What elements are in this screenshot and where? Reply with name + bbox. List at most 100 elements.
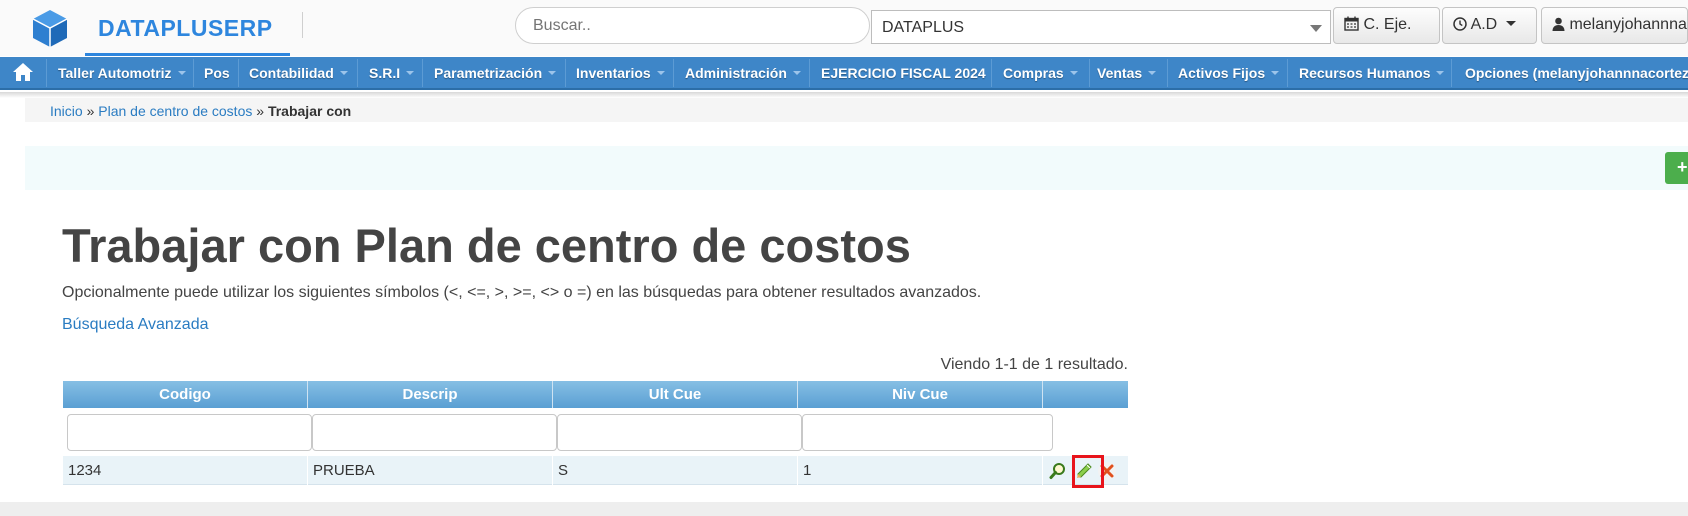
nav-label: Parametrización — [434, 65, 543, 81]
advanced-search-link[interactable]: Búsqueda Avanzada — [62, 316, 209, 334]
nav-taller-automotriz[interactable]: Taller Automotriz — [58, 57, 186, 88]
user-icon — [1552, 16, 1569, 33]
filter-descrip-input[interactable] — [312, 414, 557, 451]
page-title: Trabajar con Plan de centro de costos — [62, 219, 911, 272]
company-select-value: DATAPLUS — [882, 19, 965, 36]
results-summary: Viendo 1-1 de 1 resultado. — [940, 356, 1128, 373]
nav-divider — [991, 59, 992, 87]
nav-divider — [238, 59, 239, 87]
clock-icon — [1453, 16, 1471, 33]
ad-label: A.D — [1470, 16, 1498, 33]
main-nav: Taller Automotriz Pos Contabilidad S.R.I… — [0, 57, 1688, 90]
chevron-down-icon — [548, 71, 557, 75]
nav-parametrizacion[interactable]: Parametrización — [434, 57, 557, 88]
nav-administracion[interactable]: Administración — [685, 57, 801, 88]
edit-action-highlight — [1072, 455, 1104, 488]
nav-label: S.R.I — [369, 65, 401, 81]
breadcrumb-separator: » — [86, 103, 95, 119]
grid-header: Codigo Descrip Ult Cue Niv Cue — [63, 381, 1128, 408]
breadcrumb-current: Trabajar con — [267, 103, 352, 119]
fiscal-year-button[interactable]: C. Eje. — [1333, 7, 1440, 44]
nav-label: Compras — [1003, 65, 1064, 81]
nav-ventas[interactable]: Ventas — [1097, 57, 1157, 88]
nav-divider — [193, 59, 194, 87]
nav-divider — [673, 59, 674, 87]
nav-opciones[interactable]: Opciones (melanyjohannnacortez) — [1465, 57, 1688, 88]
nav-label: Taller Automotriz — [58, 65, 172, 81]
brand-name[interactable]: DATAPLUSERP — [98, 15, 273, 42]
add-button[interactable]: + — [1665, 152, 1688, 184]
nav-divider — [809, 59, 810, 87]
chevron-down-icon — [1069, 71, 1078, 75]
nav-label: Ventas — [1097, 65, 1143, 81]
breadcrumb: Inicio » Plan de centro de costos » Trab… — [25, 98, 1688, 122]
nav-label: Opciones (melanyjohannnacortez) — [1465, 65, 1688, 81]
chevron-down-icon — [656, 71, 665, 75]
chevron-down-icon — [1148, 71, 1157, 75]
chevron-down-icon — [1436, 71, 1445, 75]
nav-label: EJERCICIO FISCAL 2024 — [821, 65, 986, 81]
nav-divider — [46, 59, 47, 87]
top-bar: DATAPLUSERP DATAPLUS C. Eje. A.D melanyj… — [0, 0, 1688, 56]
search-input[interactable] — [515, 7, 870, 44]
chevron-down-icon — [177, 71, 186, 75]
cell-codigo: 1234 — [63, 456, 308, 485]
breadcrumb-parent-link[interactable]: Plan de centro de costos — [98, 103, 252, 119]
chevron-down-icon — [792, 71, 801, 75]
nav-divider — [1089, 59, 1090, 87]
fiscal-year-label: C. Eje. — [1363, 16, 1412, 33]
column-header-descrip[interactable]: Descrip — [308, 381, 553, 408]
column-header-codigo[interactable]: Codigo — [63, 381, 308, 408]
nav-label: Activos Fijos — [1178, 65, 1266, 81]
nav-divider — [1451, 59, 1452, 87]
nav-activos-fijos[interactable]: Activos Fijos — [1178, 57, 1280, 88]
chevron-down-icon — [406, 71, 415, 75]
cell-descrip: PRUEBA — [308, 456, 553, 485]
column-header-actions — [1043, 381, 1128, 408]
nav-inventarios[interactable]: Inventarios — [576, 57, 665, 88]
footer-band — [0, 502, 1688, 516]
column-header-niv-cue[interactable]: Niv Cue — [798, 381, 1043, 408]
cell-niv-cue: 1 — [798, 456, 1043, 485]
user-name: melanyjohannnacortez — [1569, 16, 1687, 33]
nav-label: Contabilidad — [249, 65, 334, 81]
divider — [302, 12, 303, 38]
breadcrumb-home-link[interactable]: Inicio — [50, 103, 83, 119]
info-bar — [25, 146, 1688, 190]
company-select[interactable]: DATAPLUS — [871, 10, 1331, 44]
nav-divider — [565, 59, 566, 87]
filter-ult-cue-input[interactable] — [557, 414, 802, 451]
cell-ult-cue: S — [553, 456, 798, 485]
nav-sri[interactable]: S.R.I — [369, 57, 415, 88]
chevron-down-icon — [1505, 21, 1516, 26]
magnifier-icon[interactable] — [1049, 462, 1067, 480]
chevron-down-icon — [339, 71, 348, 75]
ad-dropdown-button[interactable]: A.D — [1442, 7, 1537, 44]
nav-divider — [422, 59, 423, 87]
breadcrumb-separator: » — [256, 103, 265, 119]
column-header-ult-cue[interactable]: Ult Cue — [553, 381, 798, 408]
nav-divider — [1167, 59, 1168, 87]
filter-codigo-input[interactable] — [67, 414, 312, 451]
brand-underline — [85, 53, 290, 56]
nav-label: Administración — [685, 65, 787, 81]
filter-niv-cue-input[interactable] — [802, 414, 1053, 451]
nav-label: Inventarios — [576, 65, 651, 81]
nav-contabilidad[interactable]: Contabilidad — [249, 57, 348, 88]
nav-recursos-humanos[interactable]: Recursos Humanos — [1299, 57, 1445, 88]
nav-divider — [1287, 59, 1288, 87]
calendar-icon — [1344, 16, 1363, 33]
nav-label: Pos — [204, 65, 230, 81]
filter-row — [63, 408, 1128, 456]
cube-icon[interactable] — [30, 8, 70, 48]
nav-divider — [357, 59, 358, 87]
search-hint: Opcionalmente puede utilizar los siguien… — [62, 284, 982, 301]
nav-compras[interactable]: Compras — [1003, 57, 1078, 88]
nav-ejercicio-fiscal[interactable]: EJERCICIO FISCAL 2024 — [821, 57, 986, 88]
chevron-down-icon — [1310, 25, 1322, 32]
user-menu-button[interactable]: melanyjohannnacortez — [1541, 7, 1688, 44]
chevron-down-icon — [1271, 71, 1280, 75]
nav-label: Recursos Humanos — [1299, 65, 1431, 81]
nav-pos[interactable]: Pos — [204, 57, 230, 88]
home-icon[interactable] — [12, 57, 34, 88]
